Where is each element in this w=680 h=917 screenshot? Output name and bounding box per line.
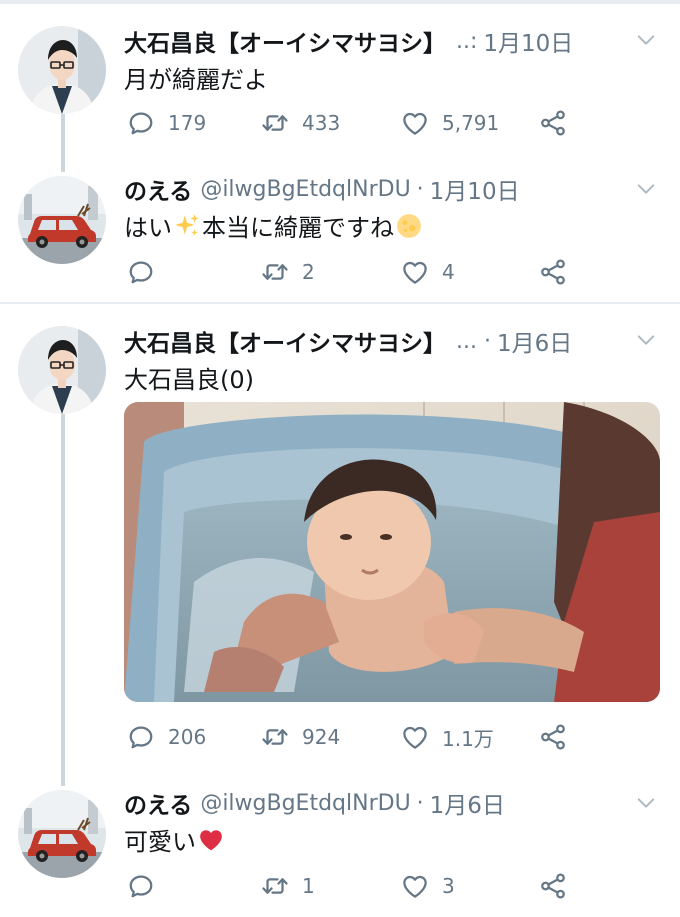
tweet-text-part: 本当に綺麗ですね bbox=[202, 214, 394, 242]
reply-icon bbox=[126, 722, 156, 752]
user-avatar-image bbox=[18, 176, 106, 264]
tweet-header: のえる @ilwgBgEtdqlNrDU · 1月10日 bbox=[124, 172, 644, 206]
like-button[interactable]: 3 bbox=[400, 871, 455, 901]
thread-line bbox=[61, 414, 65, 786]
display-name[interactable]: 大石昌良【オーイシマサヨシ】 bbox=[124, 24, 446, 58]
heart-icon bbox=[400, 871, 430, 901]
tweet-text: 大石昌良(0) bbox=[124, 366, 254, 394]
retweet-icon bbox=[260, 871, 290, 901]
tweet-date[interactable]: 1月10日 bbox=[483, 24, 573, 58]
share-icon bbox=[538, 257, 568, 287]
tweet-date[interactable]: 1月6日 bbox=[497, 324, 572, 358]
separator-dot: · bbox=[416, 176, 424, 202]
share-button[interactable] bbox=[538, 108, 568, 138]
tweet-text: 可愛い bbox=[124, 822, 226, 857]
red-heart-emoji bbox=[200, 829, 222, 850]
display-name[interactable]: 大石昌良【オーイシマサヨシ】 bbox=[124, 324, 446, 358]
heart-icon bbox=[400, 257, 430, 287]
retweet-icon bbox=[260, 108, 290, 138]
tweet-photo[interactable] bbox=[124, 402, 660, 702]
share-button[interactable] bbox=[538, 871, 568, 901]
avatar[interactable] bbox=[18, 176, 106, 264]
user-avatar-image bbox=[18, 26, 106, 114]
retweet-button[interactable]: 433 bbox=[260, 108, 340, 138]
tweet-actions: 1 3 bbox=[124, 871, 584, 901]
user-avatar-image bbox=[18, 790, 106, 878]
display-name[interactable]: のえる bbox=[124, 172, 192, 206]
reply-icon bbox=[126, 257, 156, 287]
reply-count: 179 bbox=[168, 111, 207, 135]
reply-count: 206 bbox=[168, 725, 207, 749]
sparkles-emoji bbox=[175, 213, 199, 236]
retweet-button[interactable]: 1 bbox=[260, 871, 315, 901]
chevron-down-icon[interactable] bbox=[635, 792, 657, 814]
retweet-button[interactable]: 924 bbox=[260, 722, 340, 752]
like-button[interactable]: 1.1万 bbox=[400, 722, 494, 752]
like-button[interactable]: 4 bbox=[400, 257, 455, 287]
reply-button[interactable]: 179 bbox=[126, 108, 206, 138]
thread-line bbox=[61, 114, 65, 172]
retweet-count: 924 bbox=[302, 725, 341, 749]
retweet-icon bbox=[260, 257, 290, 287]
tweet-text: はい 本当に綺麗ですね bbox=[124, 208, 424, 243]
tweet-header: 大石昌良【オーイシマサヨシ】 ..: 1月10日 bbox=[124, 24, 644, 58]
tweet-actions: 179 433 5,791 bbox=[124, 108, 584, 138]
tweet-header: のえる @ilwgBgEtdqlNrDU · 1月6日 bbox=[124, 786, 644, 820]
retweet-count: 2 bbox=[302, 260, 315, 284]
display-name[interactable]: のえる bbox=[124, 786, 192, 820]
like-count: 5,791 bbox=[442, 111, 500, 135]
chevron-down-icon[interactable] bbox=[635, 329, 657, 351]
tweet-actions: 206 924 1.1万 bbox=[124, 722, 584, 752]
reply-button[interactable]: 206 bbox=[126, 722, 206, 752]
like-count: 3 bbox=[442, 874, 455, 898]
tweet-text: 月が綺麗だよ bbox=[124, 66, 268, 94]
tweet-divider bbox=[0, 302, 680, 304]
tweet-date[interactable]: 1月6日 bbox=[430, 786, 505, 820]
truncation-ellipsis: ... · bbox=[456, 328, 491, 354]
top-border bbox=[0, 0, 680, 4]
chevron-down-icon[interactable] bbox=[635, 178, 657, 200]
heart-icon bbox=[400, 722, 430, 752]
tweet-text-part: 可愛い bbox=[124, 828, 196, 856]
reply-button[interactable] bbox=[126, 257, 168, 287]
chevron-down-icon[interactable] bbox=[635, 29, 657, 51]
reply-icon bbox=[126, 871, 156, 901]
share-button[interactable] bbox=[538, 722, 568, 752]
share-button[interactable] bbox=[538, 257, 568, 287]
avatar[interactable] bbox=[18, 790, 106, 878]
retweet-icon bbox=[260, 722, 290, 752]
share-icon bbox=[538, 871, 568, 901]
avatar[interactable] bbox=[18, 326, 106, 414]
user-handle[interactable]: @ilwgBgEtdqlNrDU bbox=[200, 177, 410, 202]
tweet-text-part: はい bbox=[124, 214, 172, 242]
retweet-count: 433 bbox=[302, 111, 341, 135]
user-handle[interactable]: @ilwgBgEtdqlNrDU bbox=[200, 791, 410, 816]
retweet-count: 1 bbox=[302, 874, 315, 898]
truncation-ellipsis: ..: bbox=[456, 28, 478, 54]
like-count: 4 bbox=[442, 260, 455, 284]
like-button[interactable]: 5,791 bbox=[400, 108, 499, 138]
like-count: 1.1万 bbox=[442, 726, 494, 751]
share-icon bbox=[538, 722, 568, 752]
retweet-button[interactable]: 2 bbox=[260, 257, 315, 287]
separator-dot: · bbox=[416, 790, 424, 816]
tweet-date[interactable]: 1月10日 bbox=[430, 172, 520, 206]
user-avatar-image bbox=[18, 326, 106, 414]
share-icon bbox=[538, 108, 568, 138]
reply-button[interactable] bbox=[126, 871, 168, 901]
avatar[interactable] bbox=[18, 26, 106, 114]
baby-bath-photo bbox=[124, 402, 660, 702]
full-moon-emoji bbox=[397, 213, 421, 238]
tweet-actions: 2 4 bbox=[124, 257, 584, 287]
reply-icon bbox=[126, 108, 156, 138]
heart-icon bbox=[400, 108, 430, 138]
tweet-header: 大石昌良【オーイシマサヨシ】 ... · 1月6日 bbox=[124, 324, 644, 358]
